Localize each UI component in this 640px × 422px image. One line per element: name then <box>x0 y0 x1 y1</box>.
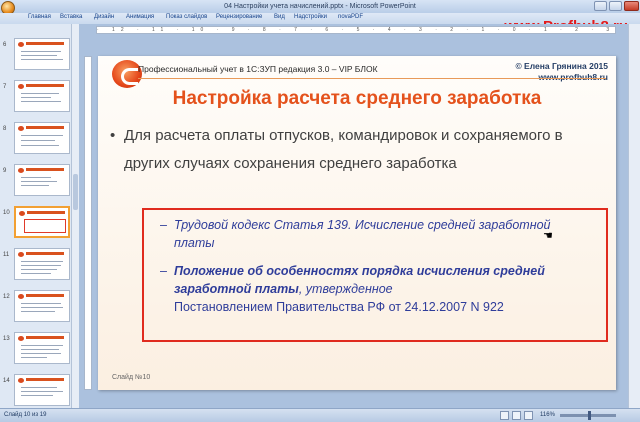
thumb-number: 8 <box>3 126 7 132</box>
thumb-number: 9 <box>3 168 7 174</box>
sub-bullet-2-rest: , утвержденное <box>298 282 393 296</box>
slide-thumbnail[interactable] <box>14 80 70 112</box>
slide-thumbnail[interactable] <box>14 332 70 364</box>
maximize-button[interactable] <box>609 1 622 11</box>
tab-novapdf[interactable]: novaPDF <box>338 14 363 20</box>
normal-view-button[interactable] <box>500 411 509 420</box>
tab-review[interactable]: Рецензирование <box>216 14 262 20</box>
dash-icon: – <box>160 218 167 232</box>
tab-home[interactable]: Главная <box>28 14 51 20</box>
slide-title: Настройка расчета среднего заработка <box>172 88 542 109</box>
header-divider <box>138 78 606 79</box>
author-name: © Елена Грянина 2015 <box>515 61 608 71</box>
vertical-ruler <box>84 56 92 390</box>
sub-bullet-1: – Трудовой кодекс Статья 139. Исчисление… <box>160 216 584 252</box>
slide-thumbnail[interactable] <box>14 38 70 70</box>
slide-header: Профессиональный учет в 1С:ЗУП редакция … <box>138 64 378 74</box>
tab-insert[interactable]: Вставка <box>60 14 82 20</box>
thumb-number: 12 <box>3 294 10 300</box>
thumb-number: 7 <box>3 84 7 90</box>
window-titlebar: 04 Настройки учета начислений.pptx - Mic… <box>0 0 640 15</box>
horizontal-ruler: · 12 · 11 · 10 · 9 · 8 · 7 · 6 · 5 · 4 ·… <box>96 26 616 34</box>
scroll-thumb[interactable] <box>73 174 78 210</box>
slide-thumbnail-selected[interactable] <box>14 206 70 238</box>
thumbnail-pane: 6 7 8 9 10 11 12 13 14 <box>0 24 79 408</box>
sub-bullet-1-text: Трудовой кодекс Статья 139. Исчисление с… <box>174 218 551 250</box>
slide-thumbnail[interactable] <box>14 122 70 154</box>
slide-counter: Слайд 10 из 19 <box>4 412 47 418</box>
tab-animation[interactable]: Анимация <box>126 14 154 20</box>
main-bullet: • Для расчета оплаты отпусков, командиро… <box>110 122 594 178</box>
thumb-number: 14 <box>3 378 10 384</box>
slide-number: Слайд №10 <box>112 374 151 381</box>
dash-icon: – <box>160 264 167 278</box>
slide-canvas: Профессиональный учет в 1С:ЗУП редакция … <box>98 56 616 390</box>
bullet-dot-icon: • <box>110 127 116 144</box>
close-button[interactable] <box>624 1 639 11</box>
author-block: © Елена Грянина 2015 www.profbuh8.ru <box>515 61 608 83</box>
slide-scrollbar[interactable] <box>628 24 640 408</box>
tab-design[interactable]: Дизайн <box>94 14 114 20</box>
sub-bullet-2-line2: Постановлением Правительства РФ от 24.12… <box>174 300 504 314</box>
tab-slideshow[interactable]: Показ слайдов <box>166 14 207 20</box>
mouse-cursor-icon: ☚ <box>543 230 553 242</box>
slide-thumbnail[interactable] <box>14 248 70 280</box>
thumb-number: 13 <box>3 336 10 342</box>
tab-addins[interactable]: Надстройки <box>294 14 327 20</box>
thumb-number: 6 <box>3 42 7 48</box>
slide-thumbnail[interactable] <box>14 374 70 406</box>
sorter-view-button[interactable] <box>512 411 521 420</box>
bullet-text: Для расчета оплаты отпусков, командирово… <box>124 127 563 172</box>
thumb-number: 10 <box>3 210 10 216</box>
tab-view[interactable]: Вид <box>274 14 285 20</box>
slide-thumbnail[interactable] <box>14 164 70 196</box>
window-title: 04 Настройки учета начислений.pptx - Mic… <box>224 3 416 10</box>
slide-thumbnail[interactable] <box>14 290 70 322</box>
slideshow-view-button[interactable] <box>524 411 533 420</box>
zoom-slider-knob[interactable] <box>588 411 591 420</box>
zoom-level[interactable]: 116% <box>540 409 555 422</box>
thumb-number: 11 <box>3 252 10 258</box>
minimize-button[interactable] <box>594 1 607 11</box>
sub-bullet-2: – Положение об особенностях порядка исчи… <box>160 262 584 316</box>
status-bar: Слайд 10 из 19 116% <box>0 408 640 422</box>
thumbnail-scrollbar[interactable] <box>71 24 79 408</box>
